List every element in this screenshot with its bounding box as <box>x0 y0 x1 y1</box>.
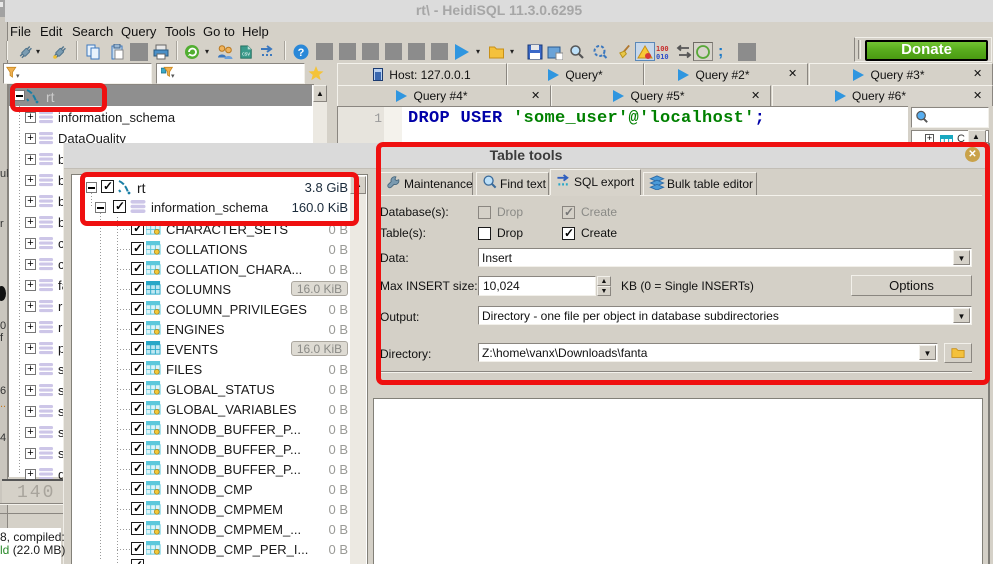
svg-text:?: ? <box>298 47 305 59</box>
svg-text:100: 100 <box>656 45 669 53</box>
svg-text:csv: csv <box>242 52 250 58</box>
svg-text:010: 010 <box>656 53 669 60</box>
